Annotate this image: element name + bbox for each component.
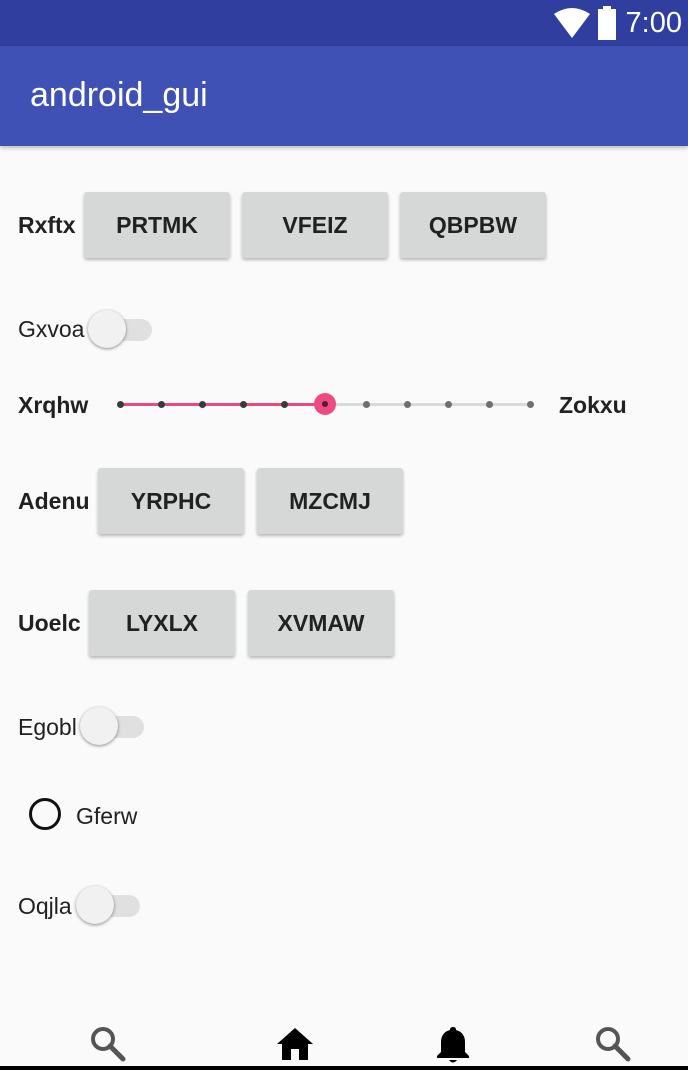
- switch-thumb: [80, 707, 118, 745]
- gxvoa-switch[interactable]: [88, 309, 154, 349]
- status-time: 7:00: [625, 6, 682, 39]
- app-bar: android_gui: [0, 46, 688, 146]
- home-icon: [277, 1028, 313, 1060]
- xvmaw-button[interactable]: XVMAW: [248, 590, 394, 656]
- qbpbw-button[interactable]: QBPBW: [400, 192, 546, 258]
- row3-label: Uoelc: [18, 610, 81, 636]
- slider-thumb[interactable]: [314, 393, 336, 415]
- bell-icon: [437, 1027, 469, 1063]
- oqjla-switch[interactable]: [76, 885, 142, 925]
- slider-tick: [116, 401, 124, 408]
- slider-start-label: Xrqhw: [18, 392, 89, 418]
- prtmk-button[interactable]: PRTMK: [84, 192, 230, 258]
- slider-tick: [280, 401, 288, 408]
- gferw-radio-button[interactable]: [29, 798, 61, 830]
- switch2-label: Egobl: [18, 714, 77, 740]
- nav-notifications-button[interactable]: [433, 1024, 473, 1064]
- switch1-label: Gxvoa: [18, 316, 85, 342]
- discrete-slider[interactable]: [110, 384, 540, 424]
- slider-tick: [403, 401, 411, 408]
- vfeiz-button[interactable]: VFEIZ: [242, 192, 388, 258]
- slider-tick: [485, 401, 493, 408]
- app-title: android_gui: [30, 76, 208, 114]
- nav-search-button-2[interactable]: [593, 1024, 633, 1064]
- mzcmj-button[interactable]: MZCMJ: [257, 468, 403, 534]
- lyxlx-button[interactable]: LYXLX: [89, 590, 235, 656]
- status-icons: 7:00: [553, 0, 682, 46]
- search-icon: [596, 1027, 631, 1062]
- yrphc-button[interactable]: YRPHC: [98, 468, 244, 534]
- slider-tick: [444, 401, 452, 408]
- status-bar: 7:00: [0, 0, 688, 46]
- search-icon: [91, 1027, 126, 1062]
- slider-tick: [239, 401, 247, 408]
- slider-tick: [362, 401, 370, 408]
- switch-thumb: [76, 886, 114, 924]
- nav-search-button[interactable]: [88, 1024, 128, 1064]
- slider-tick: [526, 401, 534, 408]
- bottom-navigation: [0, 1010, 688, 1070]
- battery-icon: [597, 6, 616, 40]
- switch3-label: Oqjla: [18, 893, 72, 919]
- slider-tick: [198, 401, 206, 408]
- switch-thumb: [88, 310, 126, 348]
- nav-home-button[interactable]: [275, 1024, 315, 1064]
- wifi-icon: [553, 8, 590, 38]
- radio-label[interactable]: Gferw: [76, 803, 137, 830]
- row2-label: Adenu: [18, 488, 90, 514]
- egobl-switch[interactable]: [80, 706, 146, 746]
- bottom-divider: [0, 1066, 688, 1070]
- slider-fill: [120, 403, 325, 406]
- slider-end-label: Zokxu: [559, 392, 627, 418]
- row1-label: Rxftx: [18, 212, 76, 238]
- slider-tick: [157, 401, 165, 408]
